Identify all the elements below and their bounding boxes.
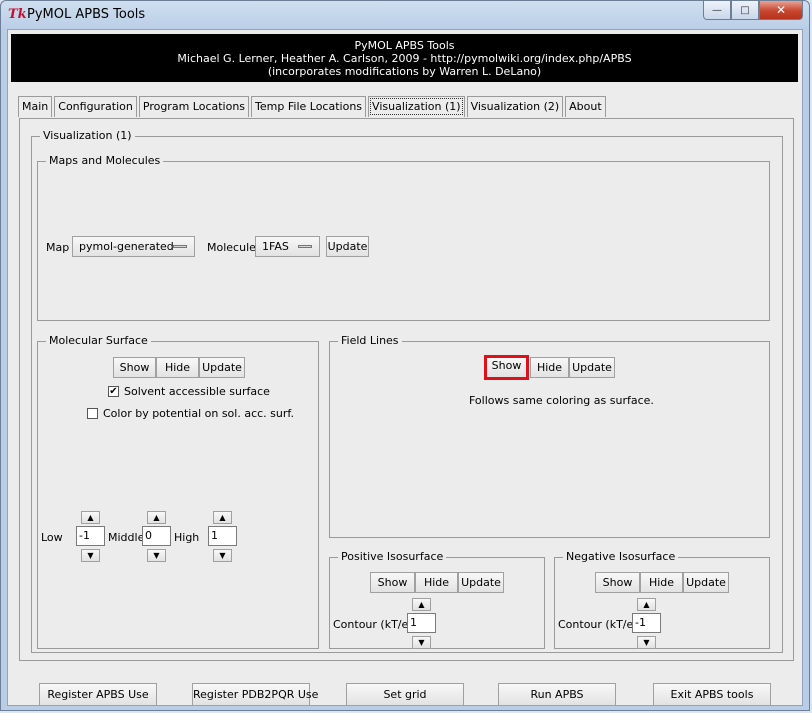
tk-app-icon: Tk bbox=[8, 7, 27, 22]
positive-show-button[interactable]: Show bbox=[370, 572, 415, 593]
visualization-group-title: Visualization (1) bbox=[40, 129, 135, 142]
negative-up-arrow-icon[interactable]: ▲ bbox=[637, 598, 656, 611]
color-by-potential-label: Color by potential on sol. acc. surf. bbox=[103, 407, 294, 420]
sas-checkbox[interactable]: ✔ bbox=[108, 386, 119, 397]
middle-down-arrow-icon[interactable]: ▼ bbox=[147, 549, 166, 562]
high-spinner: ▲ 1 ▼ bbox=[208, 511, 238, 563]
molecular-surface-title: Molecular Surface bbox=[46, 334, 151, 347]
molecule-select[interactable]: 1FAS bbox=[255, 236, 320, 257]
maps-update-button[interactable]: Update bbox=[326, 236, 369, 257]
molecule-label: Molecule bbox=[207, 241, 256, 254]
positive-isosurface-title: Positive Isosurface bbox=[338, 550, 447, 563]
banner-title: PyMOL APBS Tools bbox=[354, 39, 455, 52]
negative-contour-spinner: ▲ -1 ▼ bbox=[632, 598, 662, 650]
high-value-field[interactable]: 1 bbox=[208, 526, 237, 546]
high-up-arrow-icon[interactable]: ▲ bbox=[213, 511, 232, 524]
tab-configuration[interactable]: Configuration bbox=[54, 96, 137, 117]
low-value-field[interactable]: -1 bbox=[76, 526, 105, 546]
run-apbs-button[interactable]: Run APBS bbox=[498, 683, 616, 706]
window-controls: — □ ✕ bbox=[703, 1, 803, 20]
map-select[interactable]: pymol-generated bbox=[72, 236, 195, 257]
low-down-arrow-icon[interactable]: ▼ bbox=[81, 549, 100, 562]
positive-contour-field[interactable]: 1 bbox=[407, 613, 436, 633]
maps-molecules-group: Maps and Molecules Map pymol-generated M… bbox=[37, 154, 770, 321]
field-lines-note: Follows same coloring as surface. bbox=[469, 394, 654, 407]
negative-down-arrow-icon[interactable]: ▼ bbox=[637, 636, 656, 649]
surface-hide-button[interactable]: Hide bbox=[156, 357, 199, 378]
field-lines-show-button[interactable]: Show bbox=[484, 355, 529, 380]
surface-show-button[interactable]: Show bbox=[113, 357, 156, 378]
positive-down-arrow-icon[interactable]: ▼ bbox=[412, 636, 431, 649]
negative-isosurface-title: Negative Isosurface bbox=[563, 550, 679, 563]
negative-hide-button[interactable]: Hide bbox=[640, 572, 683, 593]
tab-bar: Main Configuration Program Locations Tem… bbox=[18, 96, 608, 118]
field-lines-group: Field Lines Show Hide Update Follows sam… bbox=[329, 334, 770, 538]
middle-label: Middle bbox=[108, 531, 145, 544]
positive-contour-spinner: ▲ 1 ▼ bbox=[407, 598, 437, 650]
map-label: Map bbox=[46, 241, 70, 254]
banner-authors: Michael G. Lerner, Heather A. Carlson, 2… bbox=[177, 52, 632, 65]
maps-molecules-title: Maps and Molecules bbox=[46, 154, 164, 167]
header-banner: PyMOL APBS Tools Michael G. Lerner, Heat… bbox=[11, 34, 798, 82]
negative-contour-field[interactable]: -1 bbox=[632, 613, 661, 633]
minimize-button[interactable]: — bbox=[703, 1, 731, 20]
negative-update-button[interactable]: Update bbox=[683, 572, 729, 593]
field-lines-title: Field Lines bbox=[338, 334, 402, 347]
negative-show-button[interactable]: Show bbox=[595, 572, 640, 593]
low-up-arrow-icon[interactable]: ▲ bbox=[81, 511, 100, 524]
register-apbs-button[interactable]: Register APBS Use bbox=[39, 683, 157, 706]
field-lines-hide-button[interactable]: Hide bbox=[530, 357, 569, 378]
surface-update-button[interactable]: Update bbox=[199, 357, 245, 378]
banner-credits: (incorporates modifications by Warren L.… bbox=[267, 65, 542, 78]
client-area: PyMOL APBS Tools Michael G. Lerner, Heat… bbox=[7, 29, 803, 706]
map-select-value: pymol-generated bbox=[79, 240, 174, 253]
sas-label: Solvent accessible surface bbox=[124, 385, 270, 398]
tab-visualization-1[interactable]: Visualization (1) bbox=[368, 96, 465, 117]
exit-apbs-tools-button[interactable]: Exit APBS tools bbox=[653, 683, 771, 706]
low-spinner: ▲ -1 ▼ bbox=[76, 511, 106, 563]
positive-update-button[interactable]: Update bbox=[458, 572, 504, 593]
middle-up-arrow-icon[interactable]: ▲ bbox=[147, 511, 166, 524]
tab-program-locations[interactable]: Program Locations bbox=[138, 96, 250, 117]
color-by-potential-checkbox[interactable] bbox=[87, 408, 98, 419]
visualization-1-panel: Visualization (1) Maps and Molecules Map… bbox=[19, 118, 794, 661]
low-label: Low bbox=[41, 531, 63, 544]
positive-up-arrow-icon[interactable]: ▲ bbox=[412, 598, 431, 611]
tab-about[interactable]: About bbox=[565, 96, 606, 117]
register-pdb2pqr-button[interactable]: Register PDB2PQR Use bbox=[192, 683, 318, 706]
maximize-button[interactable]: □ bbox=[731, 1, 759, 20]
high-down-arrow-icon[interactable]: ▼ bbox=[213, 549, 232, 562]
close-button[interactable]: ✕ bbox=[759, 1, 803, 20]
set-grid-button[interactable]: Set grid bbox=[346, 683, 464, 706]
middle-value-field[interactable]: 0 bbox=[142, 526, 171, 546]
negative-isosurface-group: Negative Isosurface Show Hide Update Con… bbox=[554, 550, 770, 650]
molecule-select-value: 1FAS bbox=[262, 240, 289, 253]
tab-temp-file-locations[interactable]: Temp File Locations bbox=[251, 96, 367, 117]
title-bar[interactable]: Tk PyMOL APBS Tools — □ ✕ bbox=[1, 1, 809, 29]
tab-visualization-2[interactable]: Visualization (2) bbox=[466, 96, 564, 117]
visualization-group: Visualization (1) Maps and Molecules Map… bbox=[31, 129, 783, 653]
negative-contour-label: Contour (kT/e) bbox=[558, 618, 638, 631]
high-label: High bbox=[174, 531, 200, 544]
middle-spinner: ▲ 0 ▼ bbox=[142, 511, 172, 563]
field-lines-update-button[interactable]: Update bbox=[569, 357, 615, 378]
option-menu-indicator-icon bbox=[298, 245, 312, 248]
app-window: Tk PyMOL APBS Tools — □ ✕ PyMOL APBS Too… bbox=[0, 0, 810, 711]
positive-hide-button[interactable]: Hide bbox=[415, 572, 458, 593]
positive-contour-label: Contour (kT/e) bbox=[333, 618, 413, 631]
positive-isosurface-group: Positive Isosurface Show Hide Update Con… bbox=[329, 550, 545, 650]
tab-main[interactable]: Main bbox=[18, 96, 53, 117]
molecular-surface-group: Molecular Surface Show Hide Update ✔ Sol… bbox=[37, 334, 319, 649]
window-title: PyMOL APBS Tools bbox=[27, 7, 146, 22]
option-menu-indicator-icon bbox=[173, 245, 187, 248]
